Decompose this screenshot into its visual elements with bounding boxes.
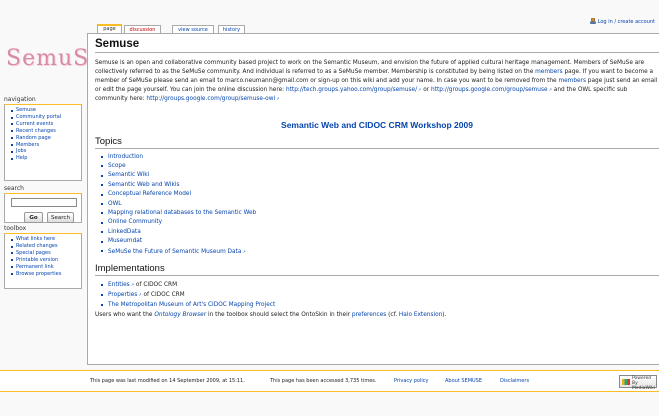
members-link[interactable]: members — [535, 69, 563, 75]
toolbox-item-printable-version[interactable]: Printable version — [11, 257, 79, 264]
toolbox-item-permanent-link[interactable]: Permanent link — [11, 264, 79, 271]
sidebar-item-help[interactable]: Help — [11, 155, 79, 162]
note-text: Users who want the — [95, 312, 155, 319]
topic-item[interactable]: Conceptual Reference Model — [101, 190, 659, 199]
ontology-browser-note: Users who want the Ontology Browser in t… — [95, 312, 659, 318]
topic-item[interactable]: SeMuSe the Future of Semantic Museum Dat… — [101, 247, 659, 257]
yahoo-group-link[interactable]: http://tech.groups.yahoo.com/group/semus… — [286, 87, 421, 93]
site-logo[interactable]: SemuSe — [6, 46, 102, 86]
page-title: Semuse — [95, 38, 659, 53]
search-input[interactable] — [11, 198, 77, 207]
workshop-link[interactable]: Semantic Web and CIDOC CRM Workshop 2009 — [95, 120, 659, 130]
last-modified-text: This page was last modified on 14 Septem… — [90, 378, 245, 384]
properties-link[interactable]: Properties — [108, 292, 142, 298]
intro-or: or — [421, 86, 432, 93]
sidebar-item-recent-changes[interactable]: Recent changes — [11, 128, 79, 135]
search-button[interactable]: Search — [47, 212, 74, 223]
login-label: Log in / create account — [597, 19, 655, 25]
owl-group-link[interactable]: http://groups.google.com/group/semuse-ow… — [146, 96, 279, 102]
login-link[interactable]: Log in / create account — [589, 18, 655, 25]
toolbox-portlet: What links here Related changes Special … — [4, 233, 82, 289]
navigation-title: navigation — [4, 96, 36, 103]
topic-item[interactable]: Mapping relational databases to the Sema… — [101, 209, 659, 218]
navigation-portlet: Semuse Community portal Current events R… — [4, 104, 82, 181]
privacy-policy-link[interactable]: Privacy policy — [394, 378, 428, 384]
topics-heading: Topics — [95, 136, 659, 149]
impl-item-properties: Properties of CIDOC CRM — [101, 290, 659, 300]
sidebar-item-jobs[interactable]: Jobs — [11, 148, 79, 155]
sidebar-item-semuse[interactable]: Semuse — [11, 107, 79, 114]
topic-item[interactable]: Scope — [101, 162, 659, 171]
implementations-heading: Implementations — [95, 263, 659, 276]
toolbox-item-special-pages[interactable]: Special pages — [11, 250, 79, 257]
note-text: in the toolbox should select the OntoSki… — [206, 312, 352, 319]
implementations-list: Entities of CIDOC CRM Properties of CIDO… — [95, 280, 659, 310]
topic-item[interactable]: Museumdat — [101, 237, 659, 246]
of-cidoc-text: of CIDOC CRM — [141, 292, 185, 299]
sidebar-item-random-page[interactable]: Random page — [11, 135, 79, 142]
toolbox-item-what-links-here[interactable]: What links here — [11, 236, 79, 243]
impl-item-entities: Entities of CIDOC CRM — [101, 280, 659, 290]
intro-paragraph: Semuse is an open and collaborative comm… — [95, 59, 659, 104]
search-title: search — [4, 185, 24, 192]
content-area: Semuse Semuse is an open and collaborati… — [87, 33, 659, 365]
go-button[interactable]: Go — [24, 212, 43, 223]
google-group-link[interactable]: http://groups.google.com/group/semuse — [431, 87, 552, 93]
sidebar-item-current-events[interactable]: Current events — [11, 121, 79, 128]
topics-list: Introduction Scope Semantic Wiki Semanti… — [95, 153, 659, 257]
access-count-text: This page has been accessed 3,735 times. — [270, 378, 377, 384]
navigation-list: Semuse Community portal Current events R… — [11, 107, 79, 162]
disclaimers-link[interactable]: Disclaimers — [500, 378, 529, 384]
preferences-link[interactable]: preferences — [352, 312, 386, 318]
topic-item[interactable]: Semantic Wiki — [101, 171, 659, 180]
toolbox-title: toolbox — [4, 225, 27, 232]
topic-item[interactable]: LinkedData — [101, 228, 659, 237]
topic-item[interactable]: Introduction — [101, 153, 659, 162]
sidebar-item-members[interactable]: Members — [11, 142, 79, 149]
toolbox-item-related-changes[interactable]: Related changes — [11, 243, 79, 250]
of-cidoc-text: of CIDOC CRM — [134, 282, 178, 288]
topic-item[interactable]: Semantic Web and Wikis — [101, 181, 659, 190]
toolbox-item-browse-properties[interactable]: Browse properties — [11, 271, 79, 278]
about-link[interactable]: About SEMUSE — [445, 378, 482, 384]
ontology-browser-link[interactable]: Ontology Browser — [154, 312, 206, 318]
note-text: ). — [442, 312, 447, 319]
met-mapping-link[interactable]: The Metropolitan Museum of Art's CIDOC M… — [101, 301, 659, 310]
topic-item[interactable]: OWL — [101, 200, 659, 209]
entities-link[interactable]: Entities — [108, 282, 134, 288]
topic-item[interactable]: Online Community — [101, 218, 659, 227]
members-link-2[interactable]: members — [558, 78, 586, 84]
mediawiki-badge[interactable]: Powered By MediaWiki — [619, 375, 657, 391]
user-icon — [589, 18, 596, 24]
toolbox-list: What links here Related changes Special … — [11, 236, 79, 277]
sidebar-item-community-portal[interactable]: Community portal — [11, 114, 79, 121]
halo-extension-link[interactable]: Halo Extension — [399, 312, 442, 318]
footer: This page was last modified on 14 Septem… — [0, 370, 659, 392]
note-text: (cf. — [386, 312, 399, 319]
search-portlet: Go Search — [4, 193, 82, 223]
